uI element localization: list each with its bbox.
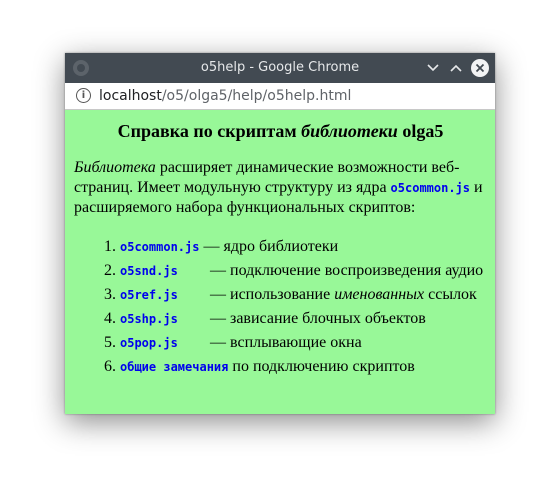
intro-paragraph: Библиотека расширяет динамические возмож… [74,158,487,218]
browser-window: o5help - Google Chrome i localhost/o5/ol… [65,53,495,414]
chevron-up-icon [450,64,462,72]
chevron-down-icon [427,64,439,72]
list-item: общие замечания по подключению скриптов [120,357,495,377]
heading-emphasis: библиотеки [301,121,398,141]
url-path: /o5/olga5/help/o5help.html [161,88,352,104]
heading-suffix: olga5 [397,121,444,141]
script-link-o5common[interactable]: o5common.js [120,237,199,257]
heading-prefix: Справка по скриптам [117,121,302,141]
intro-code: o5common.js [390,181,471,195]
list-item: o5ref.js — использование именованных ссы… [120,285,495,305]
list-item-text: — подключение воспроизведения аудио [206,262,484,279]
script-list: o5common.js — ядро библиотеки o5snd.js —… [74,237,495,377]
info-icon[interactable]: i [76,88,91,103]
list-item: o5shp.js — зависание блочных объектов [120,309,495,329]
url-field[interactable]: localhost/o5/olga5/help/o5help.html [99,83,351,109]
url-host: localhost [99,88,162,104]
list-item-text: — зависание блочных объектов [206,310,426,327]
title-bar[interactable]: o5help - Google Chrome [65,53,495,83]
script-link-o5pop[interactable]: o5pop.js [120,333,206,353]
maximize-button[interactable] [446,58,466,78]
list-item-text: по подключению скриптов [228,358,415,375]
close-button[interactable] [470,58,490,78]
list-item: o5common.js — ядро библиотеки [120,237,495,257]
list-item-text: — использование [206,286,335,303]
script-link-o5ref[interactable]: o5ref.js [120,285,206,305]
list-item-text: — всплывающие окна [206,334,362,351]
list-item-emphasis: именованных [334,286,425,303]
address-bar[interactable]: i localhost/o5/olga5/help/o5help.html [65,83,495,110]
list-item-text: ссылок [424,286,477,303]
intro-emphasis: Библиотека [74,159,156,176]
minimize-button[interactable] [423,58,443,78]
script-link-o5shp[interactable]: o5shp.js [120,309,206,329]
script-link-o5snd[interactable]: o5snd.js [120,261,206,281]
list-item: o5snd.js — подключение воспроизведения а… [120,261,495,281]
general-notes-link[interactable]: общие замечания [120,357,228,377]
list-item: o5pop.js — всплывающие окна [120,333,495,353]
close-icon [471,59,489,77]
page-title: Справка по скриптам библиотеки olga5 [74,120,495,142]
list-item-text: — ядро библиотеки [199,238,339,255]
page-content: Справка по скриптам библиотеки olga5 Биб… [65,110,495,377]
